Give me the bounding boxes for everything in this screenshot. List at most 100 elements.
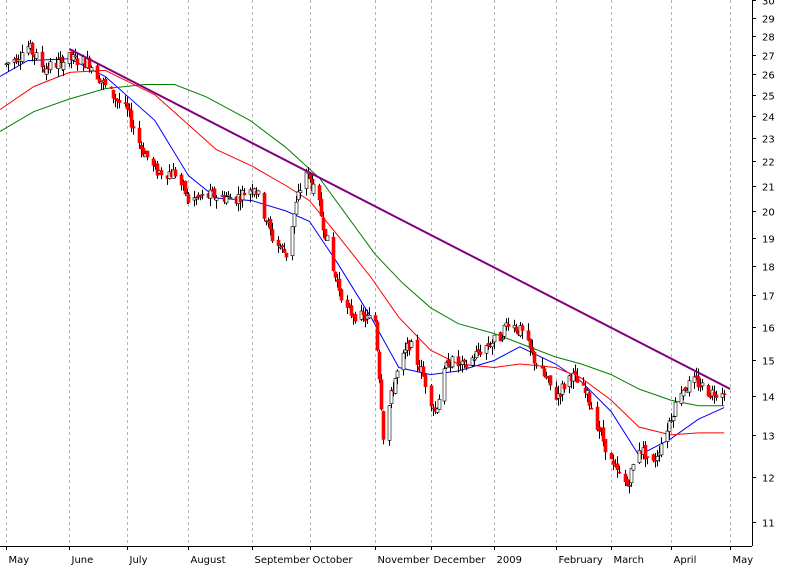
candle-up — [224, 196, 229, 204]
candle-up — [89, 67, 94, 72]
candle-down — [212, 188, 217, 199]
candle-down — [645, 456, 650, 458]
candle-down — [109, 86, 114, 89]
candle-up — [631, 464, 636, 471]
x-tick-label: May — [733, 555, 754, 565]
candle-up — [294, 201, 299, 215]
candle-down — [573, 370, 578, 376]
candle-up — [655, 456, 660, 461]
candle-down — [379, 379, 384, 410]
candle-down — [339, 289, 344, 301]
candle-down — [282, 248, 287, 253]
candle-up — [44, 68, 49, 75]
candle-down — [714, 394, 719, 398]
candle-down — [615, 463, 620, 471]
candle-down — [331, 236, 336, 271]
candle-up — [228, 197, 233, 199]
candle-down — [520, 325, 525, 331]
candle-down — [506, 323, 511, 327]
candle-up — [700, 382, 705, 387]
candle-up — [278, 246, 283, 249]
y-tick-label: 16 — [762, 324, 775, 335]
x-tick-label: June — [71, 555, 94, 565]
candle-down — [30, 42, 35, 55]
candle-down — [595, 406, 600, 430]
candle-down — [183, 180, 188, 195]
candle-down — [155, 163, 160, 176]
x-tick-label: March — [614, 555, 644, 565]
candle-up — [401, 352, 406, 371]
candle-up — [226, 194, 231, 197]
candle-down — [651, 454, 656, 461]
candle-down — [617, 471, 622, 474]
y-tick-label: 13 — [762, 432, 775, 443]
y-tick-label: 24 — [762, 113, 775, 124]
candle-up — [304, 171, 309, 189]
candle-up — [389, 390, 394, 404]
candle-down — [589, 407, 594, 410]
candle-up — [73, 55, 78, 58]
candle-up — [500, 338, 505, 341]
candle-down — [317, 185, 322, 201]
candle-down — [562, 383, 567, 390]
candle-down — [95, 65, 100, 80]
y-tick-label: 14 — [762, 393, 775, 404]
candle-down — [548, 375, 553, 386]
candle-up — [34, 52, 39, 59]
candle-up — [472, 358, 477, 361]
candle-up — [409, 341, 414, 348]
x-tick-label: May — [9, 555, 30, 565]
candle-down — [103, 78, 108, 86]
candle-down — [186, 194, 191, 203]
x-tick-label: 2009 — [497, 555, 522, 565]
candle-down — [609, 452, 614, 460]
y-tick-label: 26 — [762, 71, 775, 82]
candle-down — [464, 364, 469, 368]
candle-up — [437, 399, 442, 410]
candle-up — [692, 376, 697, 383]
x-tick-label: February — [559, 555, 603, 565]
candle-down — [530, 347, 535, 353]
candle-down — [423, 374, 428, 387]
candle-down — [611, 460, 616, 465]
candle-up — [387, 405, 392, 441]
y-tick-label: 15 — [762, 357, 775, 368]
y-tick-label: 25 — [762, 92, 775, 103]
candle-down — [198, 196, 203, 198]
x-tick-label: July — [129, 555, 148, 565]
candle-up — [48, 61, 53, 70]
candle-up — [393, 378, 398, 394]
x-tick-label: October — [313, 555, 354, 565]
candle-down — [415, 339, 420, 365]
candle-down — [319, 198, 324, 217]
candle-down — [129, 110, 134, 128]
candle-down — [575, 375, 580, 383]
candle-up — [450, 356, 455, 368]
candle-down — [270, 229, 275, 242]
candle-up — [200, 193, 205, 196]
candle-up — [442, 368, 447, 402]
y-tick-label: 11 — [762, 519, 775, 530]
candle-down — [540, 365, 545, 369]
candle-up — [292, 213, 297, 227]
candle-down — [75, 58, 80, 66]
candle-up — [627, 484, 632, 487]
candle-down — [532, 351, 537, 364]
y-tick-label: 22 — [762, 158, 775, 169]
y-tick-label: 27 — [762, 52, 775, 63]
candle-down — [429, 385, 434, 407]
candle-down — [381, 411, 386, 440]
candle-up — [194, 197, 199, 200]
candle-up — [256, 190, 261, 195]
candle-down — [337, 278, 342, 291]
y-tick-label: 28 — [762, 33, 775, 44]
candle-down — [528, 338, 533, 349]
candle-down — [542, 368, 547, 377]
candle-up — [290, 226, 295, 256]
y-tick-label: 18 — [762, 263, 775, 274]
candle-up — [484, 345, 489, 354]
x-tick-label: December — [434, 555, 487, 565]
x-tick-label: November — [378, 555, 431, 565]
y-tick-label: 29 — [762, 15, 775, 26]
candle-down — [349, 305, 354, 316]
